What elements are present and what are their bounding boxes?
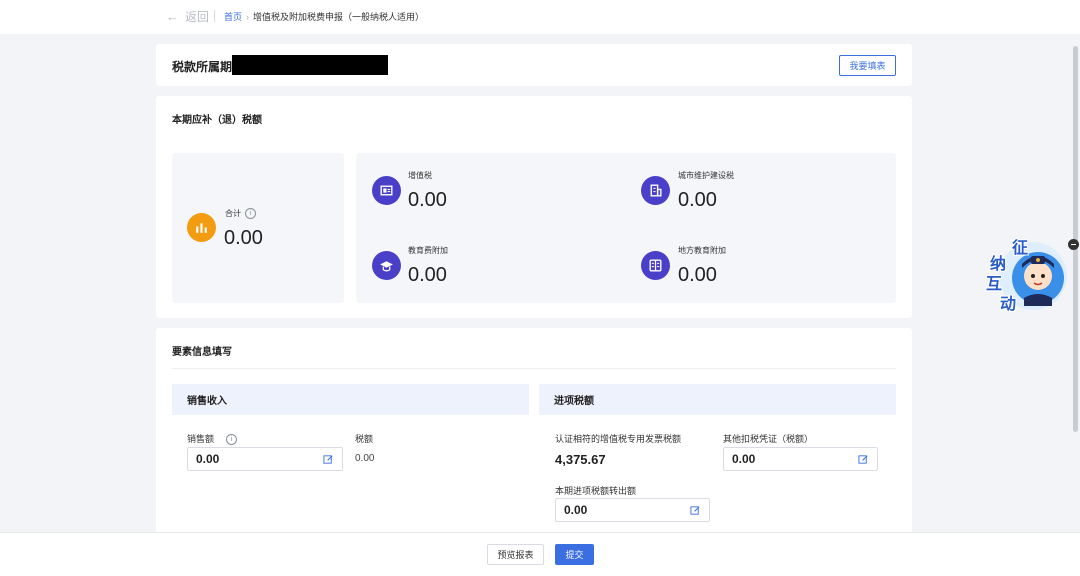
mascot-char-4: 动: [1000, 296, 1017, 313]
certified-invoice-tax-label: 认证相符的增值税专用发票税额: [555, 434, 682, 444]
sales-amount-label-wrap: 销售额 i: [187, 432, 238, 446]
info-icon[interactable]: i: [226, 434, 238, 446]
other-deduction-label: 其他扣税凭证（税额）: [723, 434, 814, 444]
tax-summary-title: 本期应补（退）税额: [172, 115, 262, 126]
elements-title: 要素信息填写: [172, 347, 232, 358]
arrow-left-icon: ←: [166, 9, 179, 24]
back-button[interactable]: ← 返回: [166, 8, 209, 25]
info-icon[interactable]: i: [245, 208, 256, 220]
city-tax-label: 城市维护建设税: [678, 171, 734, 180]
education-label: 教育费附加: [408, 246, 448, 255]
vat-label: 增值税: [408, 171, 432, 180]
breadcrumb-home-link[interactable]: 首页: [224, 10, 242, 23]
book-icon: [641, 251, 670, 280]
transfer-out-value: 0.00: [564, 503, 588, 517]
certified-invoice-tax-value: 4,375.67: [555, 452, 606, 467]
city-tax-value: 0.00: [678, 189, 717, 211]
sales-amount-value: 0.00: [196, 452, 220, 466]
sales-tax-label: 税额: [355, 434, 374, 444]
transfer-out-label: 本期进项税额转出额: [555, 486, 637, 496]
section-divider: [172, 368, 896, 369]
input-tax-heading: 进项税额: [539, 384, 896, 415]
interaction-mascot-widget[interactable]: 征 纳 互 动: [978, 234, 1070, 314]
total-label-wrap: 合计 i: [225, 208, 256, 220]
local-education-label: 地方教育附加: [678, 246, 726, 255]
edit-icon[interactable]: [690, 505, 701, 516]
breadcrumb-separator-icon: ›: [246, 11, 250, 22]
back-label: 返回: [185, 10, 210, 24]
transfer-out-input[interactable]: 0.00: [555, 498, 710, 522]
vat-value: 0.00: [408, 189, 447, 211]
sales-heading: 销售收入: [172, 384, 529, 415]
local-education-value: 0.00: [678, 264, 717, 286]
fill-form-button[interactable]: 我要填表: [839, 55, 896, 76]
building-icon: [641, 176, 670, 205]
sales-tax-value: 0.00: [355, 453, 375, 464]
edit-icon[interactable]: [858, 454, 869, 465]
breadcrumb-current: 增值税及附加税费申报（一般纳税人适用）: [253, 12, 425, 22]
graduation-cap-icon: [372, 251, 401, 280]
other-deduction-input[interactable]: 0.00: [723, 447, 878, 471]
mascot-char-1: 征: [1012, 240, 1029, 257]
header-divider: [214, 10, 215, 22]
edit-icon[interactable]: [323, 454, 334, 465]
breadcrumb: 首页 › 增值税及附加税费申报（一般纳税人适用）: [224, 10, 424, 23]
redacted-period-value: [232, 55, 388, 75]
period-label: 税款所属期: [172, 60, 233, 74]
top-bar: [0, 0, 1080, 34]
preview-report-button[interactable]: 预览报表: [487, 544, 544, 565]
total-value: 0.00: [224, 227, 263, 249]
bar-chart-icon: [187, 213, 216, 242]
total-label: 合计: [225, 209, 241, 218]
sales-amount-input[interactable]: 0.00: [187, 447, 343, 471]
invoice-icon: [372, 176, 401, 205]
submit-button[interactable]: 提交: [555, 544, 594, 565]
sales-amount-label: 销售额: [187, 434, 215, 444]
education-value: 0.00: [408, 264, 447, 286]
other-deduction-value: 0.00: [732, 452, 756, 466]
